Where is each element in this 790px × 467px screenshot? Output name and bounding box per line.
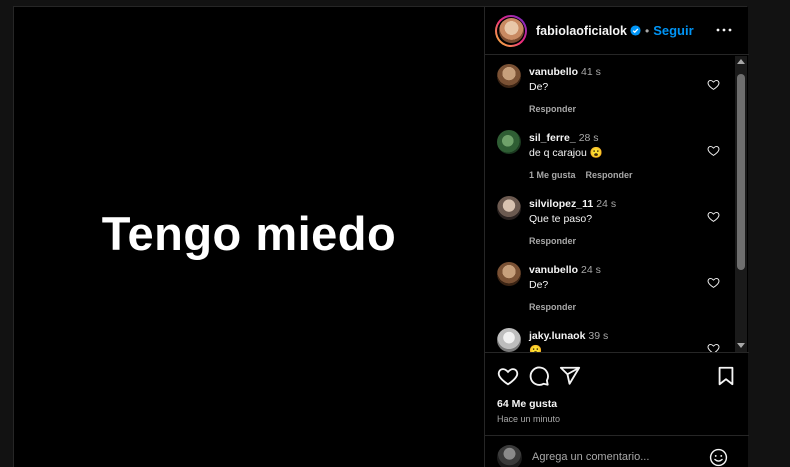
scroll-up-arrow-icon[interactable] [737, 59, 745, 64]
reply-button[interactable]: Responder [529, 236, 576, 246]
post-caption-image-text: Tengo miedo [101, 207, 397, 260]
post-image[interactable]: Tengo miedo [14, 7, 484, 467]
comment-icon[interactable] [528, 365, 550, 387]
comments-scrollbar[interactable] [735, 56, 747, 352]
avatar[interactable] [497, 196, 521, 220]
comment-text: De? [529, 279, 549, 291]
avatar [497, 445, 522, 467]
separator-dot: • [645, 23, 650, 38]
follow-button[interactable]: Seguir [653, 23, 693, 38]
comments-list[interactable]: vanubello 41 s De? Responder sil_ferre_ 28… [485, 56, 735, 352]
comment-text: 😮 [529, 345, 543, 352]
comment-item: jaky.lunaok 39 s 😮 [485, 320, 735, 352]
avatar[interactable] [497, 64, 521, 88]
comment-text: Que te paso? [529, 213, 593, 225]
more-options-icon[interactable] [715, 21, 733, 39]
comment-like-heart-icon[interactable] [707, 144, 720, 157]
comment-username[interactable]: sil_ferre_ [529, 132, 576, 144]
add-comment-bar [485, 435, 749, 467]
reply-button[interactable]: Responder [529, 302, 576, 312]
comment-like-heart-icon[interactable] [707, 342, 720, 352]
likes-count[interactable]: 64 Me gusta [497, 398, 557, 410]
verified-badge-icon [630, 25, 641, 36]
comment-username[interactable]: jaky.lunaok [529, 330, 585, 342]
reply-button[interactable]: Responder [586, 170, 633, 180]
comment-item: vanubello 41 s De? Responder [485, 56, 735, 122]
like-heart-icon[interactable] [497, 365, 519, 387]
post-modal: Tengo miedo fabiolaoficialok • Seguir va… [13, 6, 749, 467]
comment-username[interactable]: vanubello [529, 264, 578, 276]
author-username[interactable]: fabiolaoficialok [536, 24, 627, 38]
avatar[interactable] [497, 262, 521, 286]
comment-time[interactable]: 24 s [596, 198, 616, 210]
comments-panel: fabiolaoficialok • Seguir vanubello 41 s … [484, 7, 749, 467]
comment-like-heart-icon[interactable] [707, 78, 720, 91]
comment-time[interactable]: 28 s [579, 132, 599, 144]
comment-text: De? [529, 81, 549, 93]
scroll-down-arrow-icon[interactable] [737, 343, 745, 348]
save-bookmark-icon[interactable] [715, 365, 737, 387]
emoji-icon[interactable] [709, 448, 728, 467]
avatar[interactable] [497, 328, 521, 352]
reply-button[interactable]: Responder [529, 104, 576, 114]
post-actions: 64 Me gusta Hace un minuto [485, 352, 749, 467]
comment-time[interactable]: 24 s [581, 264, 601, 276]
comment-like-heart-icon[interactable] [707, 276, 720, 289]
post-timestamp[interactable]: Hace un minuto [497, 414, 560, 424]
comment-username[interactable]: vanubello [529, 66, 578, 78]
comment-username[interactable]: silvilopez_11 [529, 198, 593, 210]
comment-time[interactable]: 41 s [581, 66, 601, 78]
avatar[interactable] [497, 130, 521, 154]
post-header: fabiolaoficialok • Seguir [485, 7, 749, 55]
share-icon[interactable] [559, 365, 581, 387]
comment-item: vanubello 24 s De? Responder [485, 254, 735, 320]
comment-item: silvilopez_11 24 s Que te paso? Responder [485, 188, 735, 254]
comment-likes-count[interactable]: 1 Me gusta [529, 170, 576, 180]
comment-item: sil_ferre_ 28 s de q carajou 😮 1 Me gusta… [485, 122, 735, 188]
comment-text: de q carajou 😮 [529, 147, 603, 159]
comment-input[interactable] [532, 449, 702, 465]
scrollbar-thumb[interactable] [737, 74, 745, 270]
comment-time[interactable]: 39 s [588, 330, 608, 342]
author-avatar[interactable] [495, 14, 527, 47]
comment-like-heart-icon[interactable] [707, 210, 720, 223]
